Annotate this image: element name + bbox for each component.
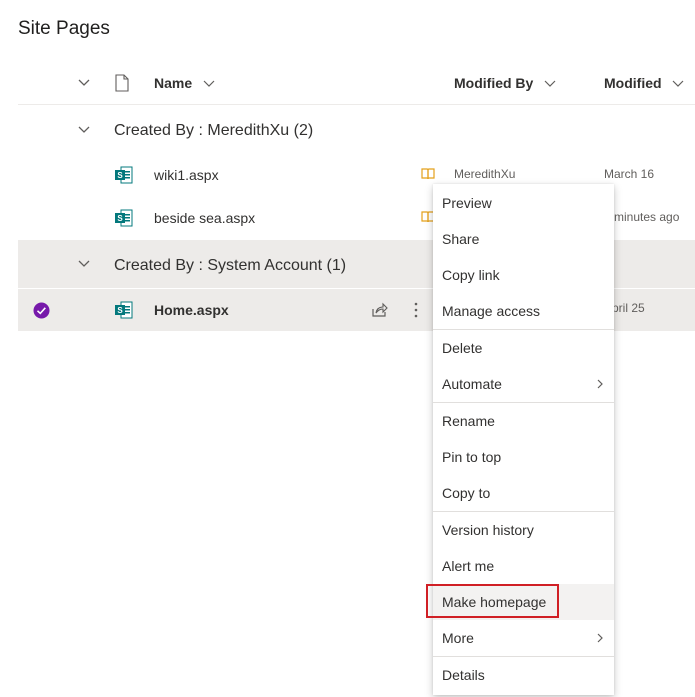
group-collapse-chevron-icon[interactable] xyxy=(77,259,91,269)
menu-item-manage-access[interactable]: Manage access xyxy=(433,293,614,329)
column-header-modified-by[interactable]: Modified By xyxy=(454,75,556,93)
menu-item-label: Pin to top xyxy=(442,449,502,465)
group-collapse-chevron-icon[interactable] xyxy=(77,125,91,135)
checkmark-circle-icon[interactable] xyxy=(33,302,50,319)
column-header-modified-by-label: Modified By xyxy=(454,75,534,91)
share-icon[interactable] xyxy=(371,302,388,318)
document-icon[interactable] xyxy=(114,74,130,92)
select-all-chevron-icon[interactable] xyxy=(77,78,91,88)
menu-item-preview[interactable]: Preview xyxy=(433,185,614,221)
column-header-modified-label: Modified xyxy=(604,75,662,91)
page-title: Site Pages xyxy=(18,18,110,39)
menu-item-copy-to[interactable]: Copy to xyxy=(433,475,614,511)
menu-item-label: Manage access xyxy=(442,303,541,319)
sharepoint-page-icon: S xyxy=(115,209,133,227)
modified-by-value[interactable]: MeredithXu xyxy=(454,167,515,181)
chevron-down-icon xyxy=(544,80,556,87)
menu-item-label: Alert me xyxy=(442,558,495,574)
menu-item-more[interactable]: More xyxy=(433,620,614,656)
menu-item-label: Automate xyxy=(442,376,502,392)
svg-text:S: S xyxy=(117,306,123,315)
menu-item-alert-me[interactable]: Alert me xyxy=(433,548,614,584)
menu-item-rename[interactable]: Rename xyxy=(433,403,614,439)
column-header-name[interactable]: Name xyxy=(154,75,215,93)
file-name-link[interactable]: wiki1.aspx xyxy=(154,167,219,183)
menu-item-label: More xyxy=(442,630,474,646)
menu-item-delete[interactable]: Delete xyxy=(433,330,614,366)
menu-item-label: Delete xyxy=(442,340,483,356)
modified-value: March 16 xyxy=(604,167,655,181)
sharepoint-page-icon: S xyxy=(115,301,133,319)
menu-item-label: Copy to xyxy=(442,485,491,501)
header-divider xyxy=(18,104,695,105)
menu-item-details[interactable]: Details xyxy=(433,657,614,693)
chevron-right-icon xyxy=(597,633,603,643)
menu-item-label: Preview xyxy=(442,195,492,211)
chevron-right-icon xyxy=(597,379,603,389)
highlight-box xyxy=(426,584,559,618)
menu-item-copy-link[interactable]: Copy link xyxy=(433,257,614,293)
book-icon xyxy=(421,168,435,180)
menu-item-label: Details xyxy=(442,667,485,683)
more-vertical-icon[interactable] xyxy=(412,301,420,319)
menu-item-label: Rename xyxy=(442,413,495,429)
chevron-down-icon xyxy=(672,80,684,87)
modified-value: 2 minutes ago xyxy=(604,210,680,224)
file-name-link[interactable]: beside sea.aspx xyxy=(154,210,255,226)
group-header-system-account[interactable]: Created By : System Account (1) xyxy=(114,257,346,275)
menu-item-label: Version history xyxy=(442,522,534,538)
menu-item-pin-to-top[interactable]: Pin to top xyxy=(433,439,614,475)
column-header-modified[interactable]: Modified xyxy=(604,75,684,93)
file-name-link[interactable]: Home.aspx xyxy=(154,302,229,318)
svg-text:S: S xyxy=(117,214,123,223)
menu-item-version-history[interactable]: Version history xyxy=(433,512,614,548)
menu-item-share[interactable]: Share xyxy=(433,221,614,257)
sharepoint-page-icon: S xyxy=(115,166,133,184)
column-header-name-label: Name xyxy=(154,75,193,91)
chevron-down-icon xyxy=(203,80,215,87)
menu-item-automate[interactable]: Automate xyxy=(433,366,614,402)
menu-item-label: Share xyxy=(442,231,480,247)
group-header-meredithxu[interactable]: Created By : MeredithXu (2) xyxy=(114,122,313,140)
menu-item-label: Copy link xyxy=(442,267,500,283)
svg-text:S: S xyxy=(117,171,123,180)
context-menu: Preview Share Copy link Manage access De… xyxy=(433,184,614,695)
